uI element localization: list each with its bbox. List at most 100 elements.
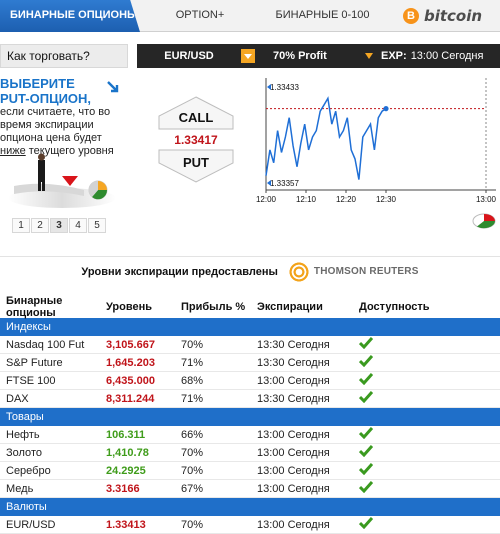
tab-option-plus[interactable]: OPTION+	[140, 0, 260, 32]
how-to-trade-button[interactable]: Как торговать?	[0, 44, 128, 68]
availability-cell	[357, 391, 500, 406]
y-label-high: 1.33433	[270, 83, 299, 92]
step-5-button[interactable]: 5	[88, 218, 106, 233]
x-tick-label: 12:10	[296, 195, 317, 204]
table-row[interactable]: FTSE 100 6,435.000 68% 13:00 Сегодня	[0, 372, 500, 390]
tab-binary-options[interactable]: БИНАРНЫЕ ОПЦИОНЫ	[0, 0, 140, 32]
table-row[interactable]: Медь 3.3166 67% 13:00 Сегодня	[0, 480, 500, 498]
checkmark-icon	[358, 445, 374, 458]
col-header-availability: Доступность	[359, 301, 430, 313]
step-4-button[interactable]: 4	[69, 218, 87, 233]
bitcoin-icon: B	[402, 8, 419, 24]
x-tick-label: 12:00	[256, 195, 277, 204]
table-row[interactable]: Золото 1,410.78 70% 13:00 Сегодня	[0, 444, 500, 462]
asset-name: Нефть	[6, 428, 40, 441]
expiry-label: EXP:	[381, 50, 407, 62]
expiry-source-text: Уровни экспирации предоставлены	[81, 265, 278, 278]
table-row[interactable]: Нефть 106.311 66% 13:00 Сегодня	[0, 426, 500, 444]
col-header-options: Бинарные опционы	[0, 295, 106, 319]
table-row[interactable]: DAX 8,311.244 71% 13:30 Сегодня	[0, 390, 500, 408]
asset-expiry: 13:00 Сегодня	[257, 446, 330, 459]
call-put-panel: CALL 1.33417 PUT	[158, 96, 234, 183]
asset-profit: 71%	[181, 392, 204, 405]
asset-expiry: 13:00 Сегодня	[257, 518, 330, 531]
asset-level: 24.2925	[106, 464, 146, 477]
y-high-marker	[267, 84, 271, 90]
assets-table: Бинарные опционы Уровень Прибыль % Экспи…	[0, 295, 500, 534]
thomson-reuters-logo: THOMSON REUTERS	[287, 260, 419, 283]
asset-profit: 67%	[181, 482, 204, 495]
availability-cell	[357, 481, 500, 496]
reuters-brand-text: THOMSON REUTERS	[313, 266, 419, 277]
put-button[interactable]: PUT	[158, 149, 234, 183]
y-label-low: 1.33357	[270, 179, 299, 188]
availability-cell	[357, 337, 500, 352]
table-row[interactable]: EUR/USD 1.33413 70% 13:00 Сегодня	[0, 516, 500, 534]
trade-control-bar: EUR/USD 70% Profit EXP: 13:00 Сегодня	[137, 44, 500, 68]
asset-name: EUR/USD	[6, 518, 56, 531]
profit-label: 70% Profit	[273, 50, 327, 62]
asset-expiry: 13:00 Сегодня	[257, 464, 330, 477]
instruction-option-word: -ОПЦИОН,	[25, 91, 92, 106]
asset-profit: 70%	[181, 518, 204, 531]
asset-level: 1,645.203	[106, 356, 155, 369]
category-row: Индексы	[0, 318, 500, 336]
asset-level: 3,105.667	[106, 338, 155, 351]
checkmark-icon	[358, 517, 374, 530]
asset-profit: 70%	[181, 464, 204, 477]
call-button[interactable]: CALL	[158, 96, 234, 130]
asset-profit: 70%	[181, 446, 204, 459]
tutorial-steps: 1 2 3 4 5	[12, 218, 106, 233]
asset-level: 8,311.244	[106, 392, 155, 405]
table-row[interactable]: Nasdaq 100 Fut 3,105.667 70% 13:30 Сегодня	[0, 336, 500, 354]
instruction-put-word: PUT	[0, 91, 26, 106]
instruction-body-text: если считаете, что во время экспирации о…	[0, 106, 111, 144]
tab-binary-0-100[interactable]: БИНАРНЫЕ 0-100	[260, 0, 385, 32]
expiry-dropdown-icon[interactable]	[365, 53, 373, 59]
asset-profit: 68%	[181, 374, 204, 387]
asset-name: Медь	[6, 482, 34, 495]
bitcoin-label: bitcoin	[423, 7, 483, 25]
asset-expiry: 13:00 Сегодня	[257, 482, 330, 495]
expiry-select[interactable]: 13:00 Сегодня	[411, 50, 484, 62]
checkmark-icon	[358, 337, 374, 350]
category-row: Товары	[0, 408, 500, 426]
reuters-logo-icon	[287, 260, 310, 283]
table-body: Индексы Nasdaq 100 Fut 3,105.667 70% 13:30 С…	[0, 318, 500, 534]
availability-cell	[357, 373, 500, 388]
asset-select[interactable]: EUR/USD	[137, 50, 241, 62]
asset-profit: 66%	[181, 428, 204, 441]
current-price: 1.33417	[174, 133, 218, 147]
step-3-button[interactable]: 3	[50, 218, 68, 233]
table-row[interactable]: S&P Future 1,645.203 71% 13:30 Сегодня	[0, 354, 500, 372]
asset-name: Nasdaq 100 Fut	[6, 338, 85, 351]
current-price-dot	[383, 106, 389, 112]
col-header-expiry: Экспирации	[257, 301, 323, 313]
table-header: Бинарные опционы Уровень Прибыль % Экспи…	[0, 295, 500, 319]
asset-level: 1.33413	[106, 518, 146, 531]
asset-name: Золото	[6, 446, 42, 459]
x-tick-label: 12:30	[376, 195, 397, 204]
asset-expiry: 13:00 Сегодня	[257, 374, 330, 387]
step-1-button[interactable]: 1	[12, 218, 30, 233]
arrow-down-right-icon	[107, 81, 119, 93]
checkmark-icon	[358, 355, 374, 368]
pie-chart-icon[interactable]	[472, 209, 496, 229]
asset-name: FTSE 100	[6, 374, 56, 387]
checkmark-icon	[358, 391, 374, 404]
asset-name: S&P Future	[6, 356, 63, 369]
checkmark-icon	[358, 373, 374, 386]
asset-level: 3.3166	[106, 482, 140, 495]
step-2-button[interactable]: 2	[31, 218, 49, 233]
asset-dropdown-icon[interactable]	[241, 49, 255, 63]
availability-cell	[357, 517, 500, 532]
availability-cell	[357, 355, 500, 370]
table-row[interactable]: Серебро 24.2925 70% 13:00 Сегодня	[0, 462, 500, 480]
tab-bitcoin[interactable]: B bitcoin	[385, 0, 500, 32]
price-series-line	[265, 96, 387, 180]
checkmark-icon	[358, 481, 374, 494]
asset-profit: 71%	[181, 356, 204, 369]
checkmark-icon	[358, 463, 374, 476]
asset-expiry: 13:30 Сегодня	[257, 392, 330, 405]
call-label: CALL	[178, 110, 214, 125]
